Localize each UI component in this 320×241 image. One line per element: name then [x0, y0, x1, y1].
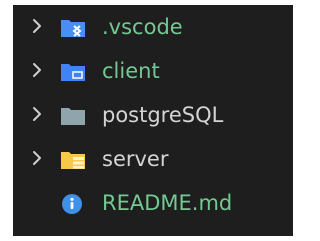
file-tree: .vscode client postgreSQL server README.… [13, 5, 293, 236]
folder-icon [61, 108, 85, 125]
tree-item-label: README.md [102, 191, 233, 215]
tree-item-label: server [102, 147, 169, 171]
server-folder-icon [61, 152, 85, 169]
vscode-folder-icon [61, 20, 85, 37]
client-folder-icon [61, 64, 85, 81]
file-explorer-panel: .vscode client postgreSQL server README.… [13, 5, 293, 236]
chevron-right-icon[interactable] [31, 150, 43, 166]
tree-item-server[interactable]: server [13, 137, 293, 181]
tree-item-label: client [102, 59, 160, 83]
tree-item-postgresql[interactable]: postgreSQL [13, 93, 293, 137]
chevron-right-icon[interactable] [31, 62, 43, 78]
chevron-right-icon[interactable] [31, 18, 43, 34]
tree-item-vscode[interactable]: .vscode [13, 5, 293, 49]
tree-item-label: postgreSQL [102, 103, 224, 127]
tree-item-readme[interactable]: README.md [13, 181, 293, 225]
chevron-right-icon[interactable] [31, 106, 43, 122]
tree-item-label: .vscode [102, 15, 183, 39]
info-icon [62, 194, 82, 214]
tree-item-client[interactable]: client [13, 49, 293, 93]
